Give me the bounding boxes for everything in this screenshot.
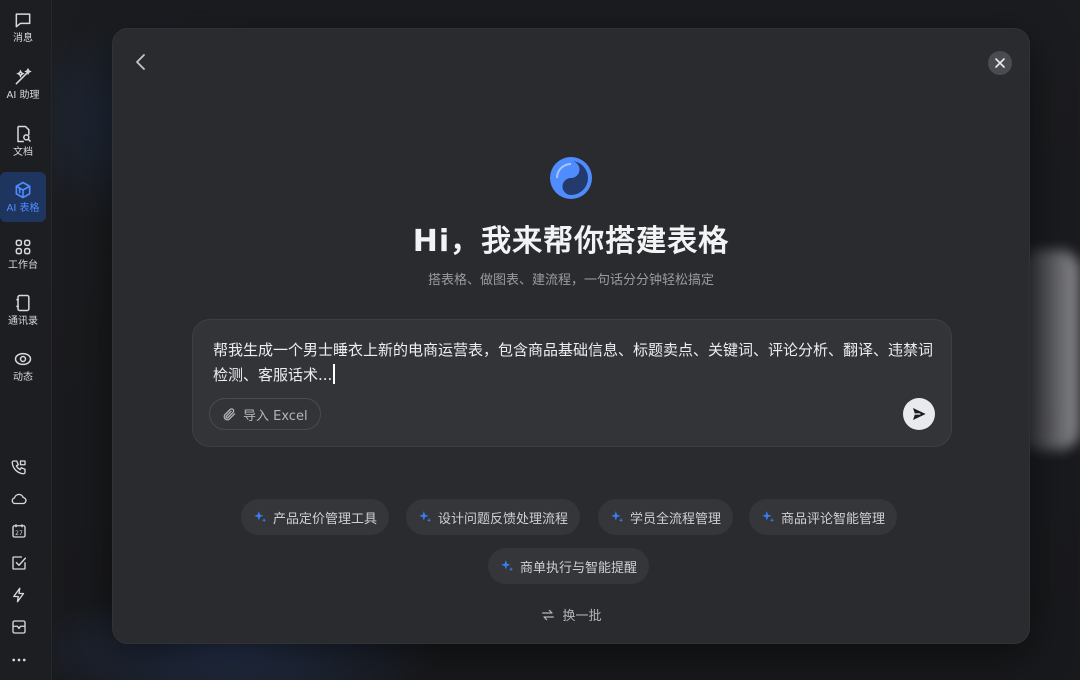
chat-bubble-icon bbox=[15, 12, 31, 27]
sidebar-item-label: 文档 bbox=[13, 146, 33, 158]
ai-table-modal: Hi，我来帮你搭建表格 搭表格、做图表、建流程，一句话分分钟轻松搞定 帮我生成一… bbox=[112, 28, 1030, 644]
sidebar-item-contacts[interactable]: 通讯录 bbox=[0, 285, 46, 335]
sparkle-icon bbox=[254, 511, 267, 523]
sidebar-item-ai-assistant[interactable]: AI 助理 bbox=[0, 59, 46, 109]
close-button[interactable] bbox=[988, 51, 1012, 75]
sidebar-item-label: 工作台 bbox=[8, 259, 38, 271]
ai-table-logo-icon bbox=[550, 157, 592, 199]
import-excel-label: 导入 Excel bbox=[243, 408, 308, 424]
svg-text:27: 27 bbox=[15, 530, 23, 537]
prompt-text-area[interactable]: 帮我生成一个男士睡衣上新的电商运营表，包含商品基础信息、标题卖点、关键词、评论分… bbox=[213, 338, 933, 388]
calendar-icon[interactable]: 27 bbox=[9, 521, 29, 541]
refresh-label: 换一批 bbox=[562, 609, 602, 624]
suggestion-chip[interactable]: 设计问题反馈处理流程 bbox=[406, 499, 581, 535]
suggestion-chip[interactable]: 学员全流程管理 bbox=[598, 499, 734, 535]
suggestion-chip[interactable]: 商品评论智能管理 bbox=[749, 499, 898, 535]
suggestion-chip[interactable]: 商单执行与智能提醒 bbox=[488, 548, 650, 584]
app-sidebar: 消息 AI 助理 文档 AI 表格 工作台 通讯录 动态 27 bbox=[0, 0, 52, 680]
suggestion-label: 商品评论智能管理 bbox=[781, 511, 886, 527]
back-button[interactable] bbox=[131, 51, 151, 73]
refresh-suggestions-button[interactable]: 换一批 bbox=[540, 605, 602, 624]
modal-subtitle: 搭表格、做图表、建流程，一句话分分钟轻松搞定 bbox=[427, 273, 714, 288]
panel-icon[interactable] bbox=[9, 617, 29, 637]
text-caret bbox=[333, 364, 335, 384]
sparkle-icon bbox=[419, 511, 432, 523]
sidebar-item-label: AI 助理 bbox=[6, 89, 40, 101]
sparkle-icon bbox=[611, 511, 624, 523]
chevron-left-icon bbox=[136, 54, 145, 70]
send-arrow-icon bbox=[913, 408, 926, 420]
eye-ring-icon bbox=[14, 352, 32, 365]
phone-call-icon[interactable] bbox=[9, 457, 29, 477]
suggestion-label: 学员全流程管理 bbox=[630, 511, 722, 527]
close-icon bbox=[995, 58, 1005, 68]
sidebar-item-moments[interactable]: 动态 bbox=[0, 341, 46, 391]
document-search-icon bbox=[17, 125, 32, 142]
modal-title: Hi，我来帮你搭建表格 bbox=[412, 224, 730, 259]
suggestion-chip[interactable]: 产品定价管理工具 bbox=[241, 499, 390, 535]
swap-arrows-icon bbox=[542, 609, 555, 620]
prompt-text: 帮我生成一个男士睡衣上新的电商运营表，包含商品基础信息、标题卖点、关键词、评论分… bbox=[213, 341, 934, 384]
cube-table-icon bbox=[15, 181, 31, 198]
lightning-icon[interactable] bbox=[9, 585, 29, 605]
sparkle-icon bbox=[762, 511, 775, 523]
more-icon[interactable] bbox=[9, 650, 29, 670]
sidebar-item-label: 通讯录 bbox=[8, 315, 38, 327]
sidebar-item-messages[interactable]: 消息 bbox=[0, 2, 46, 52]
sidebar-item-label: 动态 bbox=[13, 371, 33, 383]
send-button[interactable] bbox=[903, 398, 935, 430]
cloud-icon[interactable] bbox=[9, 489, 29, 509]
sidebar-item-workbench[interactable]: 工作台 bbox=[0, 229, 46, 279]
paperclip-icon bbox=[223, 407, 236, 420]
prompt-input[interactable]: 帮我生成一个男士睡衣上新的电商运营表，包含商品基础信息、标题卖点、关键词、评论分… bbox=[192, 319, 952, 447]
sidebar-item-ai-table[interactable]: AI 表格 bbox=[0, 172, 46, 222]
sidebar-item-docs[interactable]: 文档 bbox=[0, 116, 46, 166]
import-excel-button[interactable]: 导入 Excel bbox=[209, 398, 321, 430]
suggestion-label: 产品定价管理工具 bbox=[273, 511, 378, 527]
sidebar-item-label: 消息 bbox=[13, 32, 33, 44]
sparkle-icon bbox=[501, 560, 514, 572]
ai-sparkle-icon bbox=[15, 67, 32, 84]
contacts-book-icon bbox=[16, 294, 30, 311]
grid-apps-icon bbox=[15, 239, 31, 254]
suggestion-label: 设计问题反馈处理流程 bbox=[438, 511, 569, 527]
refresh-row: 换一批 bbox=[113, 605, 1029, 624]
checkbox-icon[interactable] bbox=[9, 553, 29, 573]
sidebar-item-label: AI 表格 bbox=[6, 202, 40, 214]
suggestion-label: 商单执行与智能提醒 bbox=[520, 560, 638, 576]
